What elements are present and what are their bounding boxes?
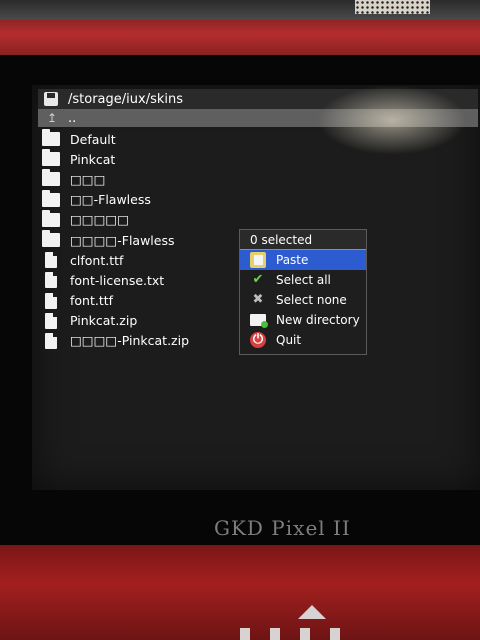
file-name: font.ttf — [70, 293, 114, 309]
storage-icon — [44, 92, 58, 106]
list-item[interactable]: □□□ — [42, 169, 302, 189]
file-name: □□-Flawless — [70, 192, 151, 208]
list-item[interactable]: Pinkcat — [42, 149, 302, 169]
menu-item-paste[interactable]: Paste — [240, 249, 366, 270]
device-top-frame — [0, 0, 480, 62]
power-icon: ⏻ — [250, 332, 266, 348]
list-item[interactable]: □□□□□ — [42, 209, 302, 230]
file-icon — [45, 272, 57, 289]
file-name: □□□□□ — [70, 212, 130, 228]
file-name: Default — [70, 131, 116, 147]
dpad-bars — [240, 628, 360, 640]
device-bottom-frame — [0, 545, 480, 640]
folder-icon — [42, 230, 60, 248]
file-name: □□□□-Flawless — [70, 232, 175, 248]
device-brand-label: GKD Pixel II — [214, 516, 351, 540]
file-name: clfont.ttf — [70, 252, 124, 268]
menu-item-quit[interactable]: ⏻ Quit — [240, 330, 366, 350]
menu-item-label: Select all — [276, 273, 331, 287]
path-bar: /storage/iux/skins — [38, 89, 478, 109]
file-name: Pinkcat — [70, 151, 116, 167]
x-icon: ✖ — [252, 292, 264, 307]
menu-item-label: Quit — [276, 333, 302, 347]
list-item[interactable]: □□-Flawless — [42, 189, 302, 210]
file-icon — [45, 312, 57, 329]
file-icon — [45, 252, 57, 269]
dpad-up-icon — [298, 605, 326, 619]
file-name: Pinkcat.zip — [70, 313, 138, 329]
menu-item-select-all[interactable]: ✔ Select all — [240, 270, 366, 290]
current-path: /storage/iux/skins — [68, 91, 183, 107]
file-name: font-license.txt — [70, 272, 165, 288]
new-folder-icon — [250, 314, 268, 328]
list-item[interactable]: Default — [42, 129, 302, 149]
parent-directory-label: .. — [68, 110, 77, 126]
folder-icon — [42, 189, 60, 207]
speaker-grille — [355, 0, 430, 14]
folder-icon — [42, 169, 60, 187]
menu-item-label: Paste — [276, 253, 309, 267]
folder-icon — [42, 209, 60, 227]
paste-icon — [250, 252, 266, 268]
menu-item-new-directory[interactable]: New directory — [240, 310, 366, 330]
selection-count: 0 selected — [240, 230, 366, 249]
folder-icon — [42, 129, 60, 147]
file-icon — [45, 332, 57, 349]
file-name: □□□ — [70, 171, 106, 187]
checkmark-icon: ✔ — [252, 272, 264, 287]
folder-icon — [42, 149, 60, 167]
context-menu: 0 selected Paste ✔ Select all ✖ Select n… — [239, 229, 367, 355]
file-icon — [45, 292, 57, 309]
up-arrow-icon: ↥ — [46, 111, 58, 125]
menu-item-label: Select none — [276, 293, 347, 307]
menu-item-label: New directory — [276, 313, 360, 327]
file-name: □□□□-Pinkcat.zip — [70, 333, 190, 349]
parent-directory-row[interactable]: ↥ .. — [38, 109, 478, 127]
menu-item-select-none[interactable]: ✖ Select none — [240, 290, 366, 310]
